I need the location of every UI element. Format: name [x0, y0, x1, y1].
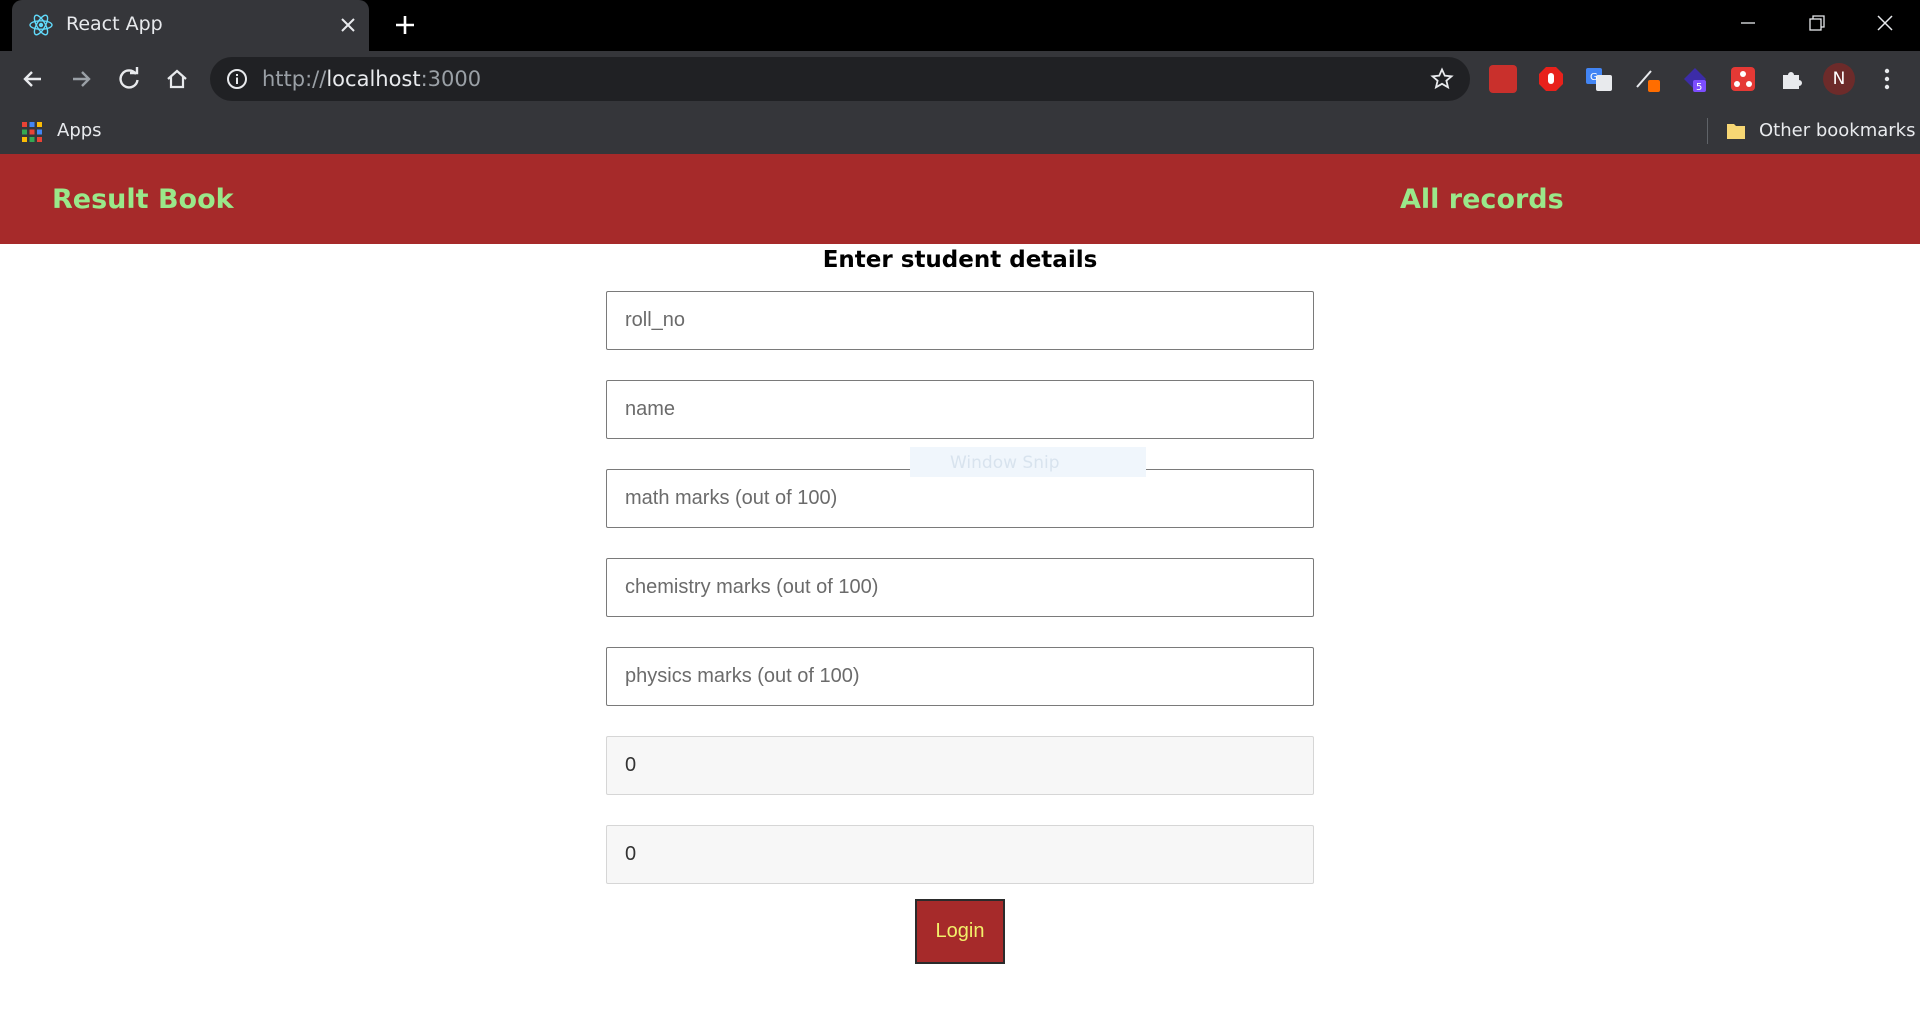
folder-icon — [1727, 124, 1745, 139]
new-tab-icon[interactable] — [392, 12, 418, 38]
name-input[interactable] — [606, 380, 1314, 439]
reload-icon[interactable] — [114, 64, 144, 94]
bookmarks-bar: Apps Other bookmarks — [0, 107, 1920, 154]
browser-tab[interactable]: React App — [12, 0, 369, 51]
nav-all-records-link[interactable]: All records — [1400, 184, 1564, 215]
form-title: Enter student details — [822, 247, 1098, 273]
svg-text:G: G — [1590, 72, 1598, 83]
url-port: :3000 — [420, 67, 482, 91]
sitemap-extension-icon[interactable] — [1729, 65, 1757, 93]
address-bar[interactable]: http://localhost:3000 — [210, 57, 1470, 101]
total-marks-field — [606, 736, 1314, 795]
profile-avatar[interactable]: N — [1823, 63, 1855, 95]
translate-icon[interactable]: G — [1585, 65, 1613, 93]
url-host: localhost — [326, 67, 421, 91]
browser-toolbar: http://localhost:3000 G 5 N — [0, 51, 1920, 107]
apps-bookmark[interactable]: Apps — [57, 120, 102, 141]
extension-badge-count: 5 — [1696, 82, 1702, 93]
brand-title[interactable]: Result Book — [52, 184, 234, 215]
app-navbar: Result Book All records — [0, 154, 1920, 244]
url-text: http://localhost:3000 — [262, 67, 481, 91]
minimize-icon[interactable] — [1733, 8, 1763, 38]
physics-marks-input[interactable] — [606, 647, 1314, 706]
close-window-icon[interactable] — [1870, 8, 1900, 38]
forward-icon[interactable] — [66, 64, 96, 94]
bookmarks-divider — [1707, 118, 1708, 144]
extension-1-icon[interactable] — [1489, 65, 1517, 93]
tab-title: React App — [66, 13, 163, 35]
browser-tab-strip: React App — [0, 0, 1920, 51]
react-logo-icon — [29, 14, 53, 36]
chrome-menu-icon[interactable] — [1872, 64, 1902, 94]
site-info-icon[interactable] — [226, 68, 248, 90]
restore-icon[interactable] — [1802, 8, 1832, 38]
apps-grid-icon[interactable] — [22, 122, 42, 142]
extension-badge-icon[interactable]: 5 — [1681, 65, 1709, 93]
other-bookmarks[interactable]: Other bookmarks — [1759, 120, 1915, 141]
close-tab-icon[interactable] — [337, 14, 359, 36]
roll-no-input[interactable] — [606, 291, 1314, 350]
ad-block-icon[interactable] — [1537, 65, 1565, 93]
chemistry-marks-input[interactable] — [606, 558, 1314, 617]
back-icon[interactable] — [18, 64, 48, 94]
pen-extension-icon[interactable] — [1633, 65, 1661, 93]
home-icon[interactable] — [162, 64, 192, 94]
percentage-field — [606, 825, 1314, 884]
bookmark-star-icon[interactable] — [1430, 67, 1454, 91]
math-marks-input[interactable] — [606, 469, 1314, 528]
extensions-puzzle-icon[interactable] — [1777, 65, 1805, 93]
login-button[interactable]: Login — [915, 899, 1005, 964]
window-snip-overlay: Window Snip — [910, 447, 1146, 477]
url-scheme: http:// — [262, 67, 327, 91]
